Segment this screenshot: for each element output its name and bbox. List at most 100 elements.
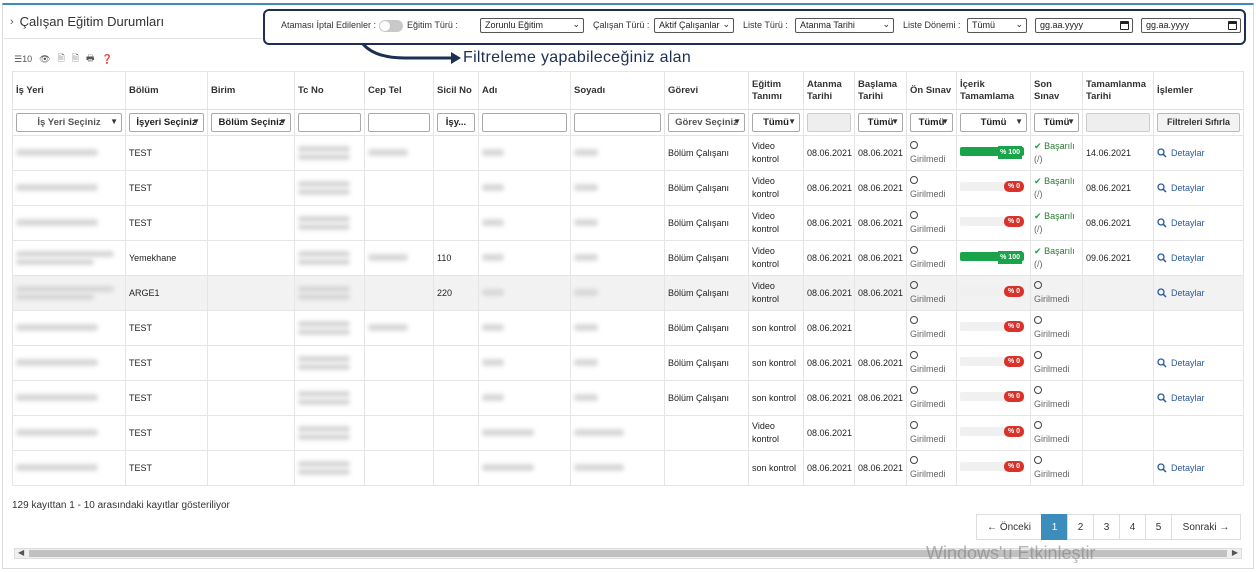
table-row[interactable]: Yemekhane 110 Bölüm Çalışanı Video kontrol 0… [12,240,1244,276]
page-button[interactable]: 2 [1067,514,1094,540]
table-row[interactable]: TEST Bölüm Çalışanı Video kontrol 08.06.202… [12,135,1244,171]
redacted-cell [570,275,665,311]
icerik-cell: % 0 [956,205,1031,241]
calendar-icon[interactable] [1228,21,1237,30]
tcno-filter-input[interactable] [298,113,361,132]
son-sinav-status: Girilmedi [1034,294,1070,304]
chevron-down-icon: ▼ [1067,117,1075,126]
egitim-filter-select[interactable]: Tümü ▼ [752,113,800,132]
table-row[interactable]: TEST Bölüm Çalışanı Video kontrol 08.06.202… [12,205,1244,241]
details-link[interactable]: Detaylar [1157,287,1240,300]
page-title[interactable]: › Çalışan Eğitim Durumları [10,14,164,29]
reset-filters-button[interactable]: Filtreleri Sıfırla [1157,113,1240,132]
page-button[interactable]: 1 [1041,514,1068,540]
list-period-select[interactable]: Tümü ⌄ [967,18,1027,33]
sonsinav-filter-select[interactable]: Tümü ▼ [1034,113,1079,132]
details-link[interactable]: Detaylar [1157,392,1240,405]
calendar-icon[interactable] [1120,21,1129,30]
col-header[interactable]: Soyadı [570,71,665,110]
date-end-input[interactable]: gg.aa.yyyy [1141,18,1241,33]
col-header[interactable]: İş Yeri [12,71,126,110]
table-row[interactable]: TEST Video kontrol 08.06.2021 Girilmedi % 0 G… [12,415,1244,451]
tamamlanma-cell [1082,275,1154,311]
page-size-button[interactable]: ☰10 [14,54,32,65]
details-link[interactable]: Detaylar [1157,217,1240,230]
redacted-cell [478,450,571,486]
print-icon[interactable]: 🖶 [86,51,95,67]
gorev-filter-select[interactable]: Görev Seçiniz ▼ [668,113,745,132]
col-header[interactable]: Atanma Tarihi [803,71,855,110]
atanma-cell: 08.06.2021 [803,345,855,381]
cancelled-toggle[interactable] [379,20,403,32]
details-link[interactable]: Detaylar [1157,357,1240,370]
sicil-filter-select[interactable]: İşy... [437,113,475,132]
table-row[interactable]: TEST Bölüm Çalışanı son kontrol 08.06.2021 0… [12,380,1244,416]
employee-type-select[interactable]: Aktif Çalışanlar ⌄ [654,18,734,33]
bolum-filter-select[interactable]: İşyeri Seçiniz ▼ [129,113,204,132]
chevron-down-icon: ▼ [192,117,200,126]
redacted-cell [294,135,365,171]
col-header[interactable]: Cep Tel [364,71,434,110]
redacted-cell [12,380,126,416]
atanma-cell: 08.06.2021 [803,170,855,206]
progress-label: % 100 [998,250,1022,264]
col-header[interactable]: Birim [207,71,295,110]
table-row[interactable]: ARGE1 220 Bölüm Çalışanı Video kontrol 08.06… [12,275,1244,311]
col-header[interactable]: Sicil No [433,71,479,110]
pdf-icon[interactable]: 🗎 [72,51,79,67]
ceptel-filter-input[interactable] [368,113,430,132]
col-header[interactable]: Ön Sınav [906,71,957,110]
redacted-cell [478,345,571,381]
circle-icon [910,141,918,149]
gorev-cell: Bölüm Çalışanı [664,275,749,311]
atanma-cell: 08.06.2021 [803,275,855,311]
baslama-cell [854,310,907,346]
list-type-select[interactable]: Atanma Tarihi ⌄ [795,18,894,33]
table-row[interactable]: TEST son kontrol 08.06.2021 08.06.2021 Giril… [12,450,1244,486]
birim-filter-select[interactable]: Bölüm Seçiniz ▼ [211,113,291,132]
table-row[interactable]: TEST Bölüm Çalışanı son kontrol 08.06.2021 0… [12,345,1244,381]
page-title-text: Çalışan Eğitim Durumları [19,14,165,29]
search-icon [1157,148,1167,158]
page-button[interactable]: 5 [1145,514,1172,540]
col-header[interactable]: Başlama Tarihi [854,71,907,110]
table-row[interactable]: TEST Bölüm Çalışanı son kontrol 08.06.2021 G… [12,310,1244,346]
isyeri-filter-select[interactable]: İş Yeri Seçiniz ▼ [16,113,122,132]
prev-page-button[interactable]: ← Önceki [976,514,1042,540]
page-button[interactable]: 4 [1119,514,1146,540]
col-header[interactable]: Adı [478,71,571,110]
details-link[interactable]: Detaylar [1157,147,1240,160]
next-page-button[interactable]: Sonraki → [1171,514,1241,540]
on-sinav-status: Girilmedi [910,329,946,339]
col-header[interactable]: Son Sınav [1030,71,1083,110]
details-link[interactable]: Detaylar [1157,182,1240,195]
scroll-left-icon[interactable]: ◀ [18,548,24,557]
icerik-filter-select[interactable]: Tümü ▼ [960,113,1027,132]
soyadi-filter-input[interactable] [574,113,661,132]
col-header[interactable]: İçerik Tamamlama [956,71,1031,110]
col-header[interactable]: Bölüm [125,71,208,110]
page-button[interactable]: 3 [1093,514,1120,540]
circle-icon [1034,316,1042,324]
col-header[interactable]: Tamamlanma Tarihi [1082,71,1154,110]
training-type-select[interactable]: Zorunlu Eğitim ⌄ [480,18,584,33]
baslama-filter-select[interactable]: Tümü ▼ [858,113,903,132]
gorev-filter-value: Görev Seçiniz [675,117,738,128]
sicil-cell [433,415,479,451]
details-link[interactable]: Detaylar [1157,252,1240,265]
col-header[interactable]: Tc No [294,71,365,110]
col-header[interactable]: Görevi [664,71,749,110]
adi-filter-input[interactable] [482,113,567,132]
islem-cell: Detaylar [1153,345,1244,381]
date-start-input[interactable]: gg.aa.yyyy [1035,18,1133,33]
scroll-right-icon[interactable]: ▶ [1232,548,1238,557]
table-row[interactable]: TEST Bölüm Çalışanı Video kontrol 08.06.202… [12,170,1244,206]
help-icon[interactable]: ❓ [102,54,113,65]
eye-icon[interactable]: 👁 [39,54,50,65]
col-header[interactable]: Eğitim Tanımı [748,71,804,110]
son-sinav-status: Başarılı [1044,176,1075,186]
son-sinav-status: Başarılı [1044,211,1075,221]
details-link[interactable]: Detaylar [1157,462,1240,475]
onsinav-filter-select[interactable]: Tümü ▼ [910,113,953,132]
excel-icon[interactable]: 🗎 [58,51,65,67]
